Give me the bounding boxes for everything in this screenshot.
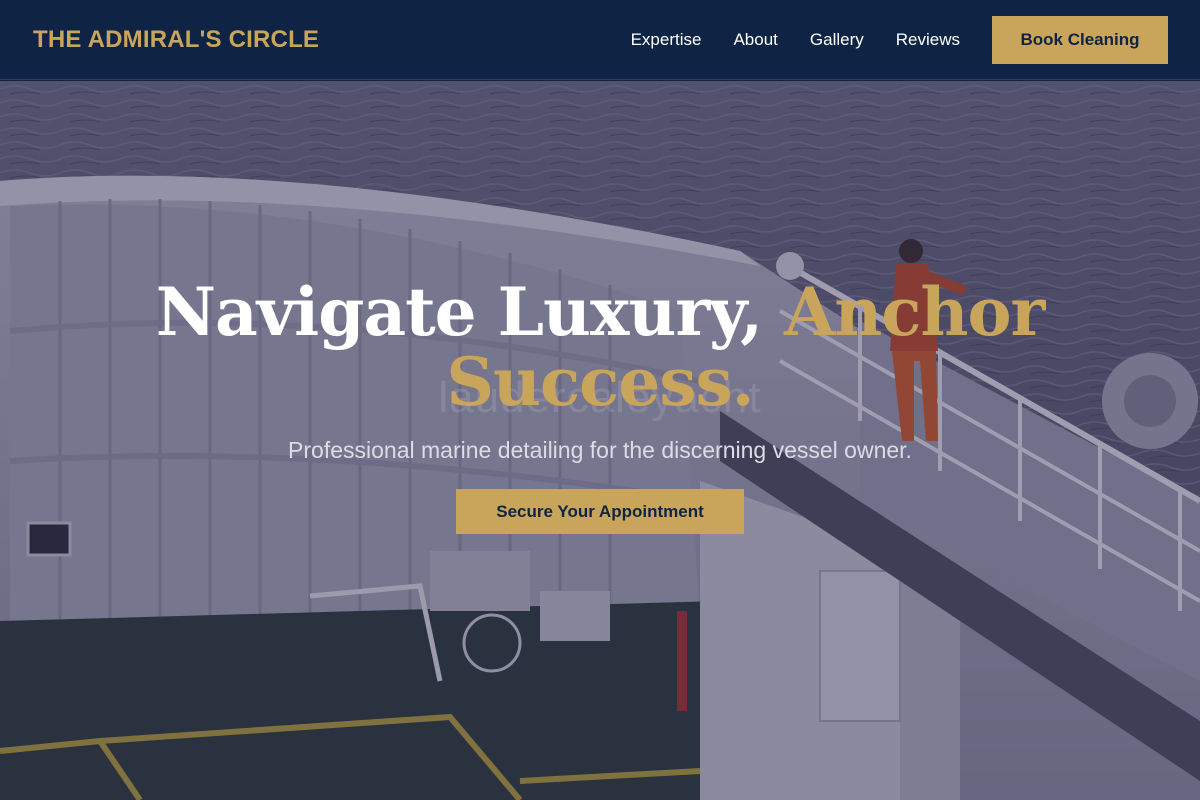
nav-link-gallery[interactable]: Gallery: [810, 30, 864, 50]
nav-link-reviews[interactable]: Reviews: [896, 30, 960, 50]
nav-link-expertise[interactable]: Expertise: [631, 30, 702, 50]
brand-logo-text[interactable]: THE ADMIRAL'S CIRCLE: [33, 26, 319, 54]
hero-content: laudercaleyacht Navigate Luxury, Anchor …: [0, 81, 1200, 800]
book-cleaning-button[interactable]: Book Cleaning: [992, 15, 1168, 64]
hero-subheadline: Professional marine detailing for the di…: [288, 437, 912, 463]
nav-link-about[interactable]: About: [733, 30, 777, 50]
headline-part-white: Navigate Luxury,: [155, 273, 785, 351]
main-nav: Expertise About Gallery Reviews Book Cle…: [631, 15, 1168, 64]
secure-appointment-button[interactable]: Secure Your Appointment: [456, 489, 744, 534]
hero-headline: Navigate Luxury, Anchor Success.: [100, 277, 1100, 417]
hero-section: laudercaleyacht Navigate Luxury, Anchor …: [0, 81, 1200, 800]
site-header: THE ADMIRAL'S CIRCLE Expertise About Gal…: [0, 0, 1200, 80]
